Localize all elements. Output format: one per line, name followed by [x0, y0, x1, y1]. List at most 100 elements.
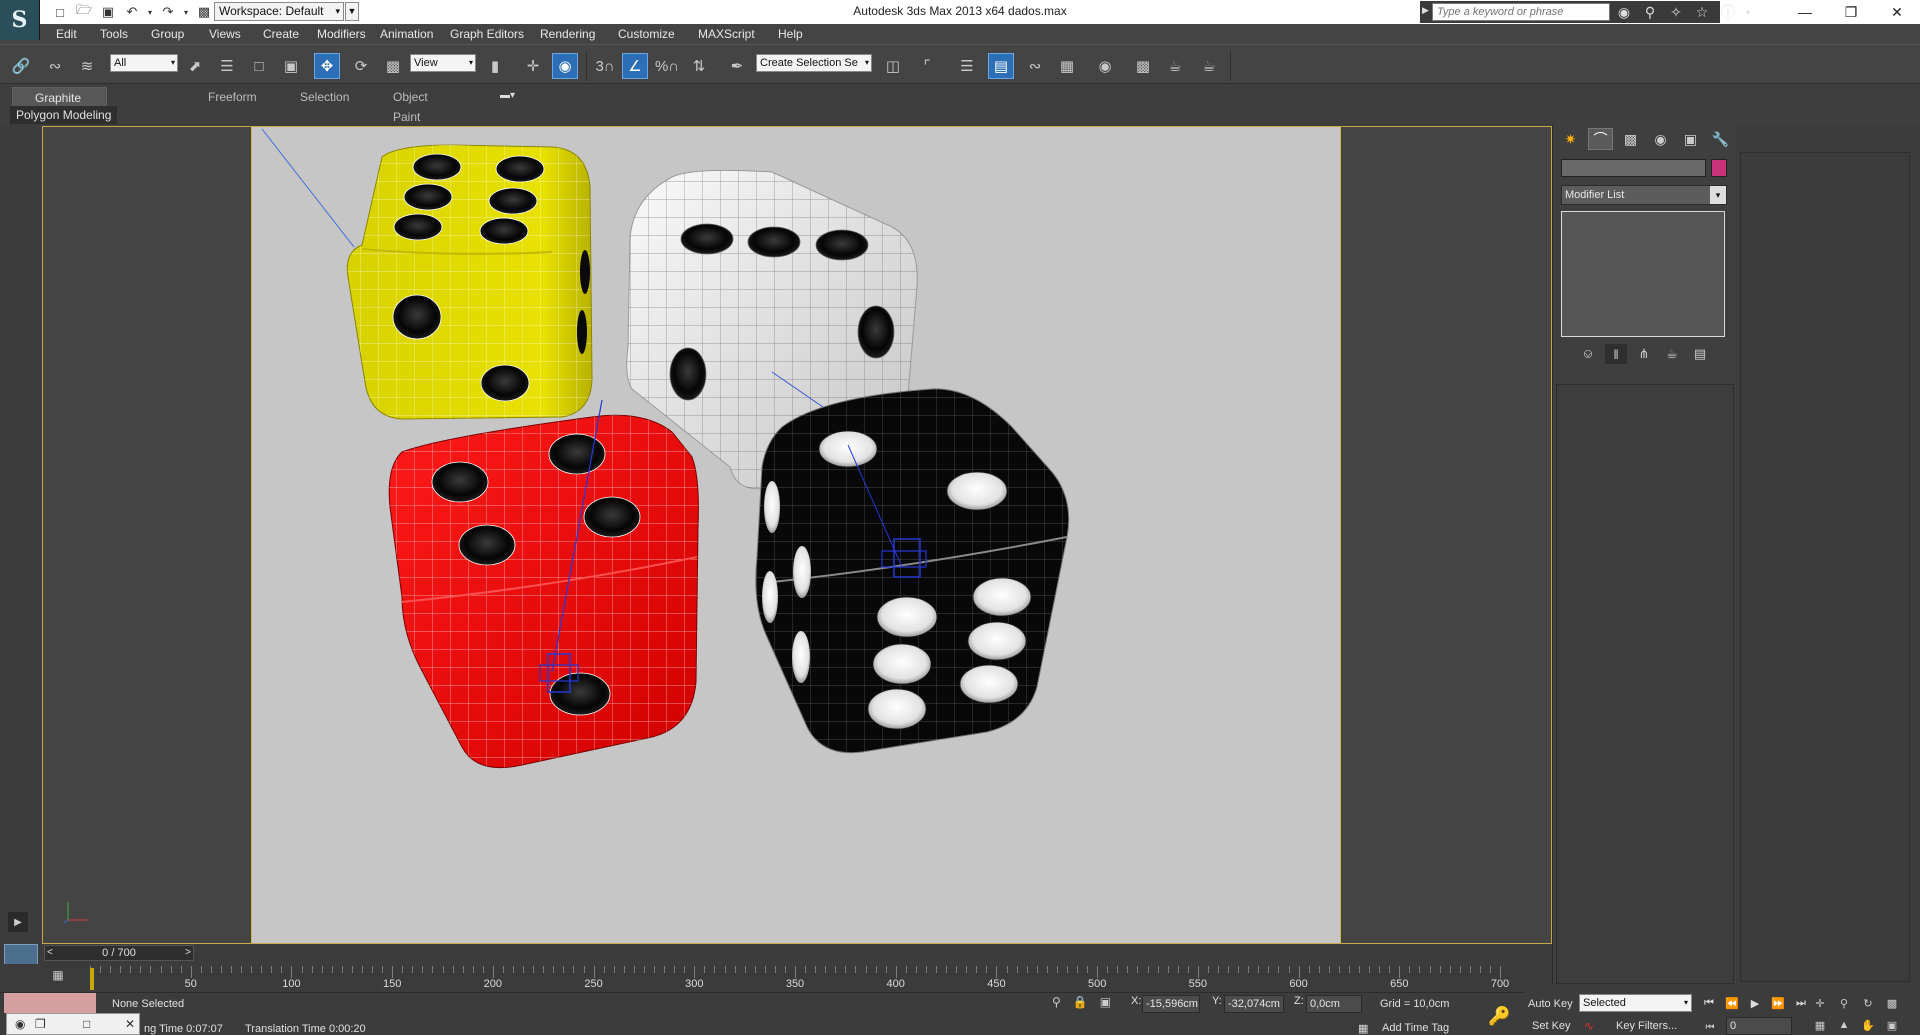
timeline-ruler[interactable]: 50 100 150 200 250 300 350 400 450 500 550 600 650 70… [90, 966, 1509, 992]
modifier-list-dropdown[interactable]: Modifier List ▾ [1561, 185, 1727, 205]
snaps-toggle-icon[interactable]: 3 ∩ [592, 53, 618, 79]
open-file-icon[interactable]: 🗁 [74, 2, 94, 22]
menu-customize[interactable]: Customize [618, 27, 675, 41]
app-logo[interactable]: S [0, 0, 40, 40]
layer-manager-icon[interactable]: ☰ [954, 53, 980, 79]
angle-snap-icon[interactable]: ∠ [622, 53, 648, 79]
keyboard-shortcut-override-icon[interactable]: ◉ [552, 53, 578, 79]
select-object-icon[interactable]: ⬈ [182, 53, 208, 79]
collapse-arrow-icon[interactable]: ▶ [1422, 5, 1429, 16]
material-editor-icon[interactable]: ◉ [1092, 53, 1118, 79]
app-thumb-icon[interactable]: ◉ [15, 1017, 25, 1031]
modifier-stack[interactable] [1561, 211, 1725, 337]
spinner-snap-icon[interactable]: ⇅ [686, 53, 712, 79]
tab-object-paint[interactable]: Object Paint [393, 87, 428, 124]
help-dropdown-icon[interactable]: ▾ [1744, 2, 1752, 22]
subscription-key-icon[interactable]: ⚲ [1640, 2, 1660, 22]
display-tab-icon[interactable]: ▣ [1678, 128, 1703, 150]
make-unique-icon[interactable]: ⋔ [1633, 344, 1655, 364]
remove-modifier-icon[interactable]: ☕ [1661, 344, 1683, 364]
curve-editor-icon[interactable]: ∾ [1022, 53, 1048, 79]
menu-modifiers[interactable]: Modifiers [317, 27, 366, 41]
render-setup-icon[interactable]: ▩ [1130, 53, 1156, 79]
yellow-die[interactable] [346, 144, 593, 420]
menu-help[interactable]: Help [778, 27, 803, 41]
graphite-toggle-icon[interactable]: ▤ [988, 53, 1014, 79]
menu-maxscript[interactable]: MAXScript [698, 27, 755, 41]
new-file-icon[interactable]: □ [50, 2, 70, 22]
tab-graphite-modeling-tools[interactable]: Graphite Modeling Tools [12, 87, 107, 145]
binoculars-icon[interactable]: ◉ [1614, 2, 1634, 22]
track-bar-toggle-icon[interactable]: ▦ [48, 966, 68, 984]
go-to-start-icon[interactable]: ⏮ [1700, 994, 1718, 1012]
expand-arrow-icon[interactable]: ▶ [8, 912, 28, 932]
next-key-icon[interactable]: ⏩ [1769, 994, 1787, 1012]
key-icon[interactable]: 🔑 [1488, 1006, 1510, 1027]
time-slider[interactable]: < 0 / 700 > [44, 945, 194, 961]
select-and-rotate-icon[interactable]: ⟳ [348, 53, 374, 79]
key-set-dropdown[interactable]: Selected ▾ [1579, 994, 1692, 1012]
help-icon[interactable]: ⓘ [1718, 2, 1738, 22]
menu-edit[interactable]: Edit [56, 27, 77, 41]
workspace-dropdown[interactable]: Workspace: Default ▾ [214, 2, 344, 21]
maxscript-listener[interactable] [4, 993, 96, 1013]
object-name-field[interactable] [1561, 159, 1706, 177]
reference-coordinate-dropdown[interactable]: View ▾ [410, 54, 476, 72]
align-icon[interactable]: ⌜ [914, 53, 940, 79]
undo-dropdown-icon[interactable]: ▾ [146, 2, 154, 22]
unlink-icon[interactable]: ∾ [42, 53, 68, 79]
select-and-move-icon[interactable]: ✥ [314, 53, 340, 79]
time-config-icon[interactable]: ▦ [1810, 1016, 1830, 1034]
workspace-more-button[interactable]: ▼ [345, 2, 359, 21]
project-folder-icon[interactable]: ▩ [194, 2, 214, 22]
menu-views[interactable]: Views [209, 27, 241, 41]
safe-frame[interactable] [251, 127, 1341, 943]
redo-dropdown-icon[interactable]: ▾ [182, 2, 190, 22]
ribbon-options-icon[interactable]: ▬▾ [500, 90, 515, 101]
rectangular-selection-icon[interactable]: □ [246, 53, 272, 79]
schematic-view-icon[interactable]: ▦ [1054, 53, 1080, 79]
render-production-icon[interactable]: ☕ [1196, 53, 1222, 79]
key-mode-toggle-icon[interactable]: ⏮ [1700, 1018, 1720, 1035]
minimize-icon[interactable]: — [1782, 0, 1828, 24]
configure-modifier-sets-icon[interactable]: ▤ [1689, 344, 1711, 364]
zoom-icon[interactable]: ✛ [1810, 994, 1830, 1012]
key-filters-button[interactable]: Key Filters... [1616, 1020, 1677, 1032]
edit-named-selection-icon[interactable]: ✒ [724, 53, 750, 79]
maximize-thumb-icon[interactable]: □ [83, 1017, 90, 1031]
auto-key-button[interactable]: Auto Key [1528, 998, 1573, 1010]
set-key-icon[interactable]: ∿ [1580, 1017, 1598, 1035]
search-input[interactable] [1432, 3, 1610, 21]
selection-lock-icon[interactable]: 🔒 [1073, 995, 1088, 1009]
save-icon[interactable]: ▣ [98, 2, 118, 22]
named-selection-sets-dropdown[interactable]: Create Selection Se ▾ [756, 54, 872, 72]
menu-graph-editors[interactable]: Graph Editors [450, 27, 524, 41]
selection-filter-dropdown[interactable]: All ▾ [110, 54, 178, 72]
isolate-selection-icon[interactable]: ⚲ [1052, 995, 1061, 1009]
zoom-extents-icon[interactable]: ▩ [1882, 994, 1902, 1012]
show-end-result-icon[interactable]: ‖ [1605, 344, 1627, 364]
select-and-manipulate-icon[interactable]: ✛ [520, 53, 546, 79]
restore-icon[interactable]: ❐ [1828, 0, 1874, 24]
undo-icon[interactable]: ↶ [122, 2, 142, 22]
modify-tab-icon[interactable]: ⌒ [1588, 128, 1613, 150]
motion-tab-icon[interactable]: ◉ [1648, 128, 1673, 150]
close-icon[interactable]: ✕ [1874, 0, 1920, 24]
tab-selection[interactable]: Selection [300, 87, 349, 107]
orbit-icon[interactable]: ↻ [1858, 994, 1878, 1012]
maximize-viewport-icon[interactable]: ▣ [1882, 1016, 1902, 1034]
add-time-tag-button[interactable]: Add Time Tag [1382, 1022, 1449, 1034]
menu-animation[interactable]: Animation [380, 27, 433, 41]
go-to-end-icon[interactable]: ⏭ [1792, 994, 1810, 1012]
y-coord-field[interactable]: -32,074cm [1224, 995, 1284, 1013]
window-crossing-icon[interactable]: ▣ [278, 53, 304, 79]
pivot-center-icon[interactable]: ▮ [482, 53, 508, 79]
play-icon[interactable]: ▶ [1746, 994, 1764, 1012]
previous-key-icon[interactable]: ⏪ [1723, 994, 1741, 1012]
menu-group[interactable]: Group [151, 27, 184, 41]
redo-icon[interactable]: ↷ [158, 2, 178, 22]
close-thumb-icon[interactable]: ✕ [125, 1017, 135, 1031]
communication-icon[interactable]: ✧ [1666, 2, 1686, 22]
time-marker[interactable] [90, 968, 94, 990]
absolute-mode-icon[interactable]: ▣ [1100, 995, 1111, 1009]
